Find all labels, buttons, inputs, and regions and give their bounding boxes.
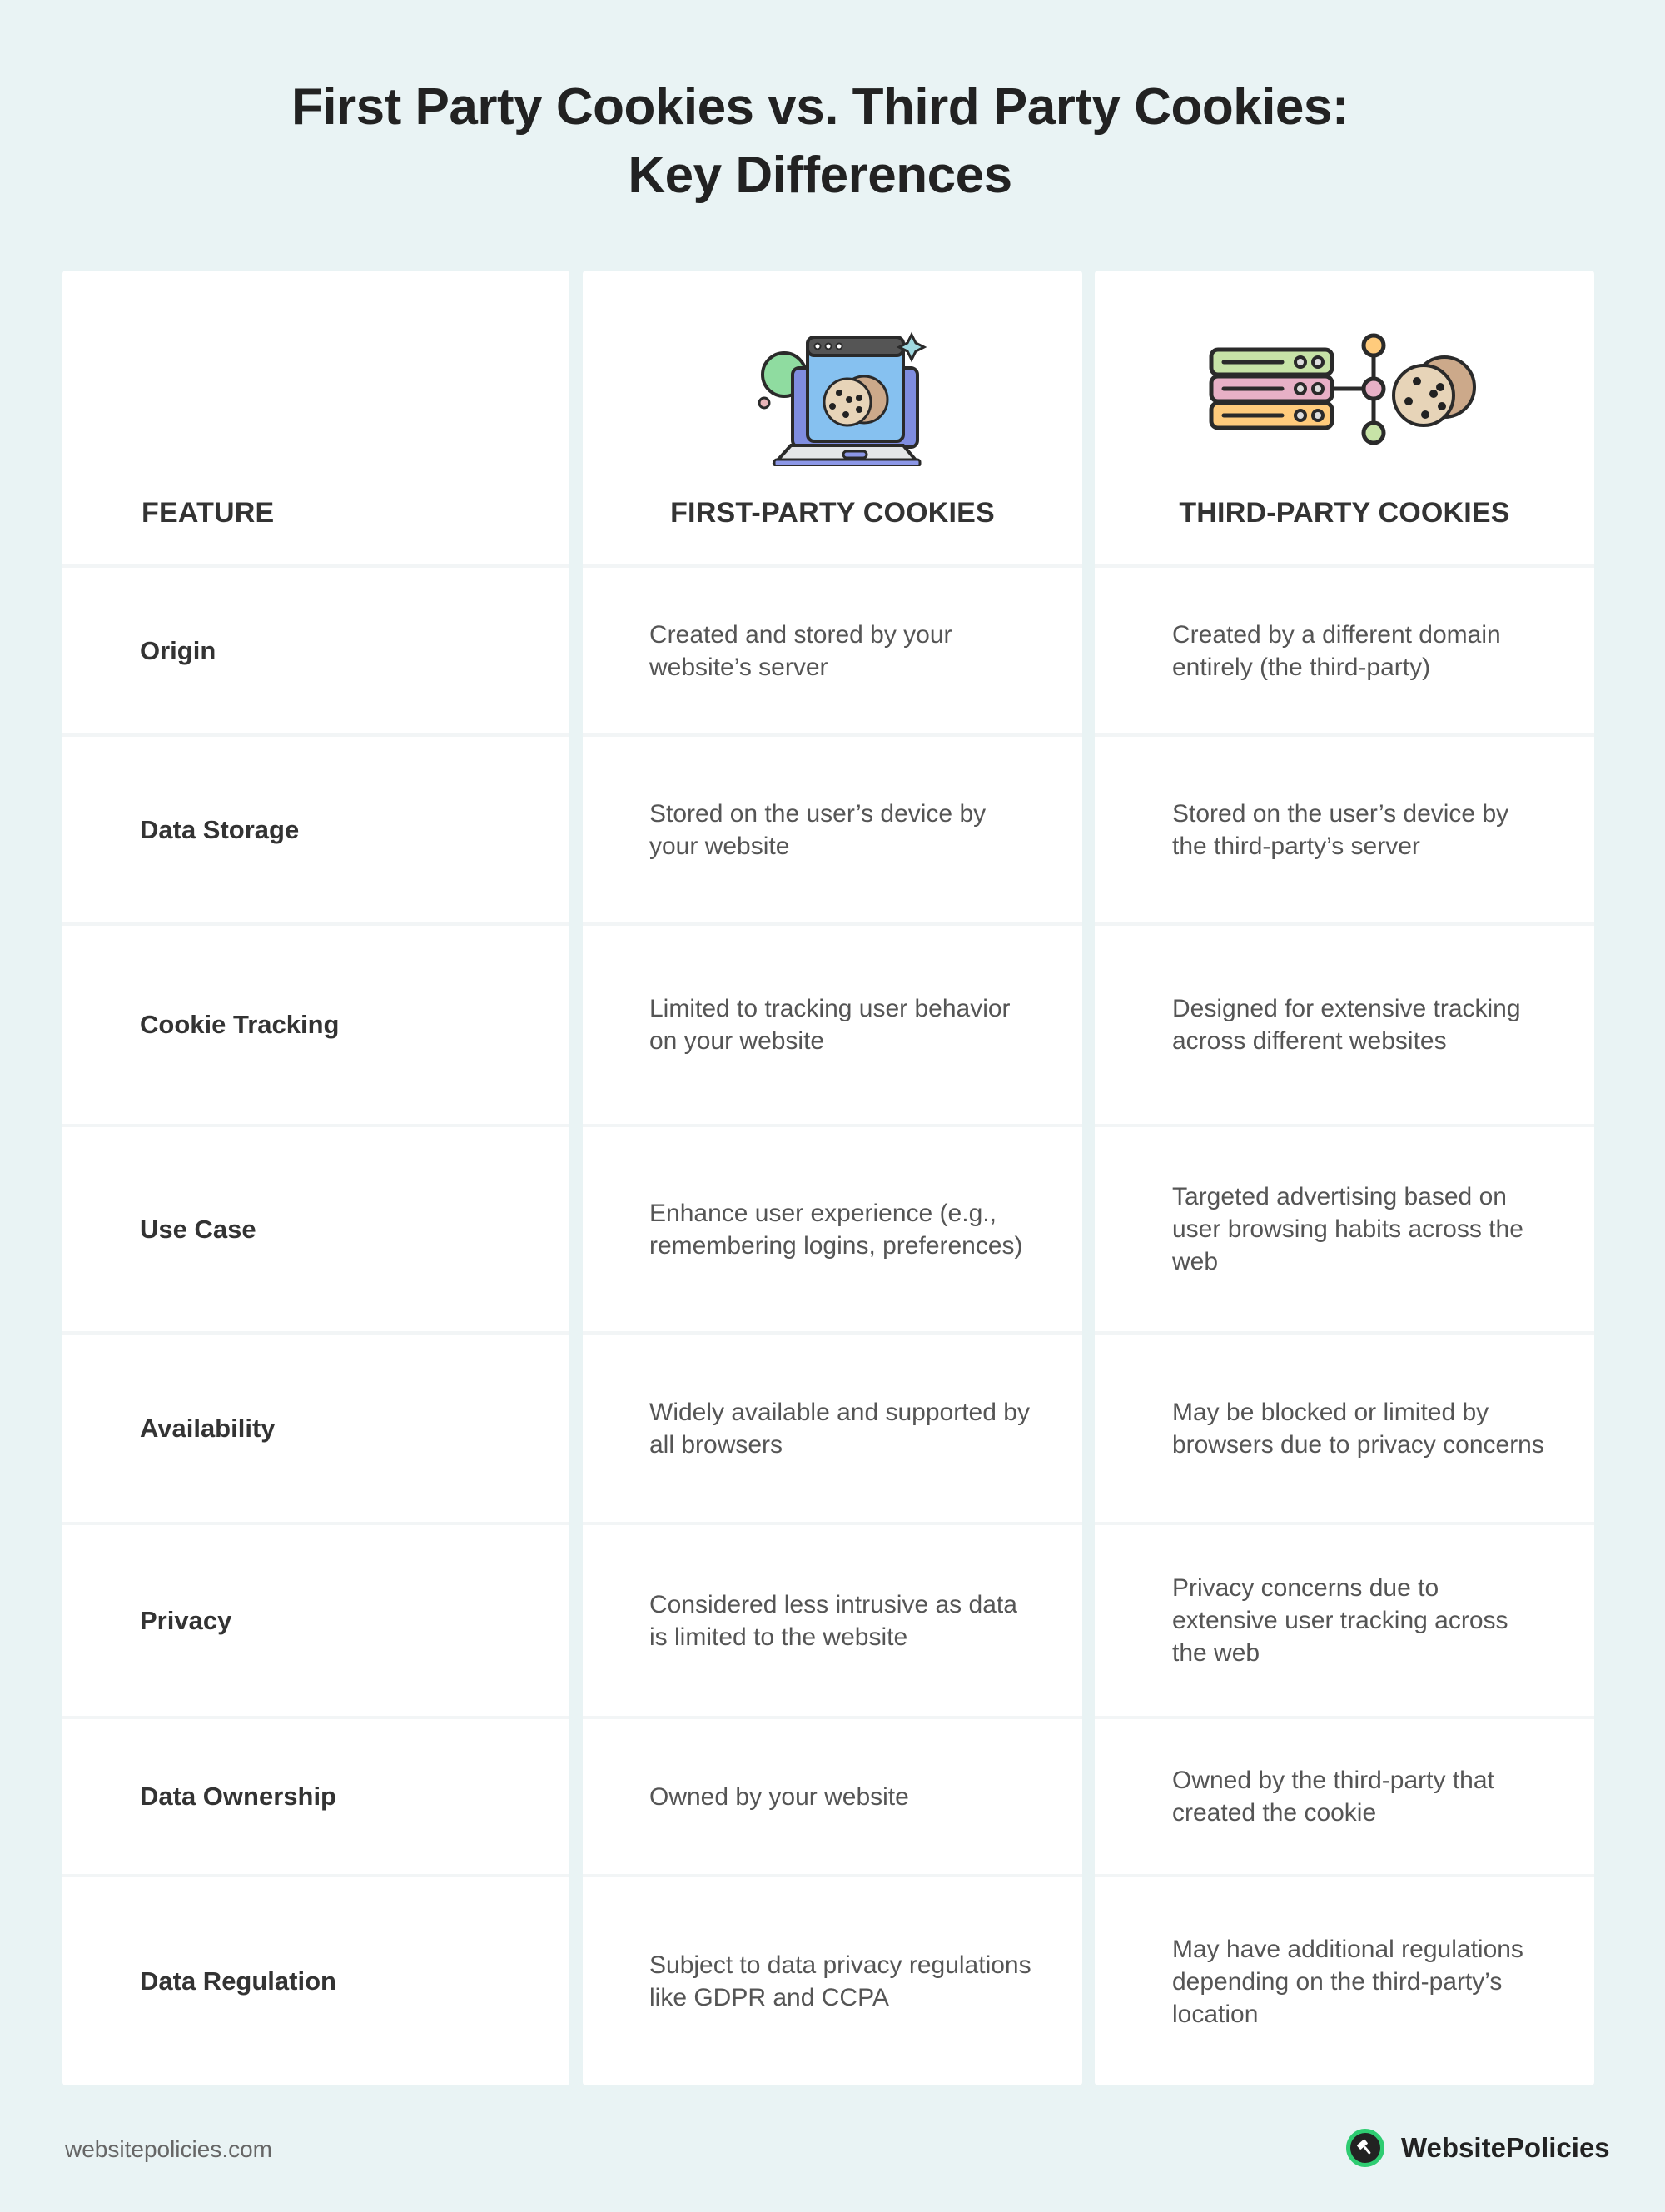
feature-cell-text: Cookie Tracking [140, 1010, 340, 1039]
table-row-first-party-cell: Limited to tracking user behavior on you… [583, 926, 1082, 1127]
third-party-cell-text: Created by a different domain entirely (… [1172, 620, 1501, 681]
table-row-feature-cell: Cookie Tracking [62, 926, 569, 1127]
first-party-cell-text: Considered less intrusive as data is lim… [649, 1590, 1017, 1651]
first-party-column: FIRST-PARTY COOKIES Created and stored b… [583, 271, 1082, 2085]
feature-cell-text: Data Storage [140, 814, 300, 844]
server-cookie-icon [1095, 316, 1594, 445]
table-row-first-party-cell: Enhance user experience (e.g., rememberi… [583, 1127, 1082, 1335]
column-header-third-party: THIRD-PARTY COOKIES [1179, 497, 1510, 529]
table-row-feature-cell: Data Regulation [62, 1877, 569, 2085]
table-row-third-party-cell: Created by a different domain entirely (… [1095, 568, 1594, 737]
first-party-cell-text: Subject to data privacy regulations like… [649, 1951, 1031, 2011]
table-row-feature-cell: Use Case [62, 1127, 569, 1335]
brand-name: WebsitePolicies [1401, 2132, 1610, 2163]
page-title: First Party Cookies vs. Third Party Cook… [0, 73, 1640, 210]
column-header-first-party: FIRST-PARTY COOKIES [670, 497, 995, 529]
table-row-third-party-cell: May have additional regulations dependin… [1095, 1877, 1594, 2085]
laptop-cookie-icon [583, 316, 1082, 466]
feature-column: FEATURE Origin Data Storage Cookie Trackin… [62, 271, 569, 2085]
table-row-first-party-cell: Considered less intrusive as data is lim… [583, 1525, 1082, 1719]
third-party-cell-text: Stored on the user’s device by the third… [1172, 799, 1509, 860]
table-row-feature-cell: Origin [62, 568, 569, 737]
table-row-feature-cell: Availability [62, 1335, 569, 1525]
table-row-first-party-cell: Owned by your website [583, 1719, 1082, 1877]
table-row-third-party-cell: Targeted advertising based on user brows… [1095, 1127, 1594, 1335]
first-party-cell-text: Stored on the user’s device by your webs… [649, 799, 987, 860]
third-party-cell-text: Privacy concerns due to extensive user t… [1172, 1574, 1508, 1667]
first-party-cell-text: Limited to tracking user behavior on you… [649, 995, 1011, 1055]
brand-logo-lockup[interactable]: WebsitePolicies [1346, 2129, 1610, 2167]
header-cell-first-party: FIRST-PARTY COOKIES [583, 271, 1082, 568]
third-party-cell-text: May be blocked or limited by browsers du… [1172, 1398, 1544, 1459]
table-row-first-party-cell: Created and stored by your website’s ser… [583, 568, 1082, 737]
feature-cell-text: Use Case [140, 1214, 256, 1244]
table-row-third-party-cell: Stored on the user’s device by the third… [1095, 737, 1594, 926]
header-cell-third-party: THIRD-PARTY COOKIES [1095, 271, 1594, 568]
table-row-first-party-cell: Stored on the user’s device by your webs… [583, 737, 1082, 926]
first-party-cell-text: Enhance user experience (e.g., rememberi… [649, 1199, 1023, 1260]
first-party-cell-text: Created and stored by your website’s ser… [649, 620, 952, 681]
first-party-cell-text: Widely available and supported by all br… [649, 1398, 1030, 1459]
header-cell-feature: FEATURE [62, 271, 569, 568]
title-line-1: First Party Cookies vs. Third Party Cook… [291, 78, 1349, 136]
third-party-cell-text: Owned by the third-party that created th… [1172, 1767, 1494, 1827]
third-party-cell-text: Targeted advertising based on user brows… [1172, 1183, 1523, 1275]
table-row-third-party-cell: Privacy concerns due to extensive user t… [1095, 1525, 1594, 1719]
title-line-2: Key Differences [628, 147, 1012, 204]
table-row-feature-cell: Data Storage [62, 737, 569, 926]
table-row-third-party-cell: May be blocked or limited by browsers du… [1095, 1335, 1594, 1525]
gavel-icon [1346, 2129, 1384, 2167]
column-header-feature: FEATURE [142, 497, 275, 529]
feature-cell-text: Data Ownership [140, 1782, 336, 1811]
third-party-cell-text: May have additional regulations dependin… [1172, 1935, 1523, 2028]
feature-cell-text: Availability [140, 1413, 276, 1443]
table-row-third-party-cell: Designed for extensive tracking across d… [1095, 926, 1594, 1127]
table-row-third-party-cell: Owned by the third-party that created th… [1095, 1719, 1594, 1877]
third-party-column: THIRD-PARTY COOKIES Created by a differe… [1095, 271, 1594, 2085]
feature-cell-text: Data Regulation [140, 1966, 336, 1996]
table-row-feature-cell: Data Ownership [62, 1719, 569, 1877]
table-row-first-party-cell: Widely available and supported by all br… [583, 1335, 1082, 1525]
table-row-feature-cell: Privacy [62, 1525, 569, 1719]
footer-url[interactable]: websitepolicies.com [65, 2136, 272, 2163]
table-row-first-party-cell: Subject to data privacy regulations like… [583, 1877, 1082, 2085]
feature-cell-text: Privacy [140, 1605, 232, 1635]
feature-cell-text: Origin [140, 635, 216, 665]
first-party-cell-text: Owned by your website [649, 1782, 909, 1811]
third-party-cell-text: Designed for extensive tracking across d… [1172, 995, 1521, 1055]
